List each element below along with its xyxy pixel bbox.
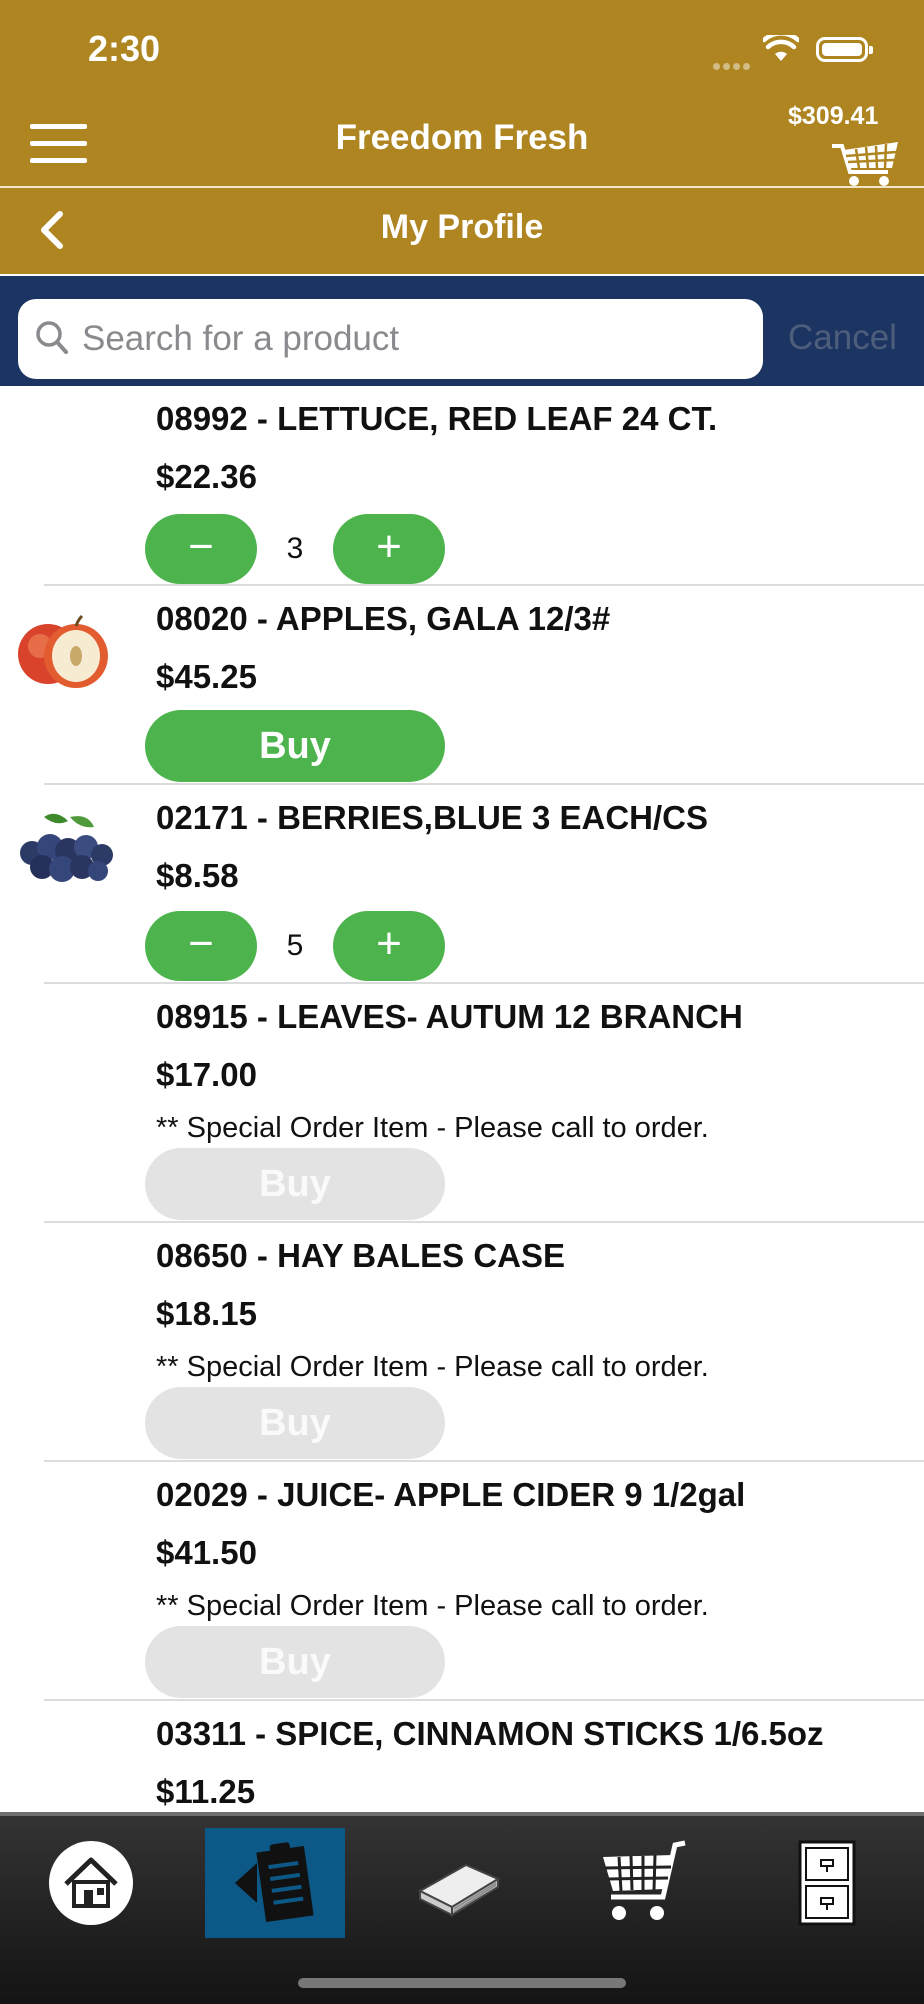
catalog-book-icon: [417, 1863, 501, 1917]
tab-files[interactable]: [757, 1828, 897, 1938]
product-item: 02171 - BERRIES,BLUE 3 EACH/CS $8.58 − 5…: [20, 785, 924, 984]
app-header: Freedom Fresh $309.41: [0, 100, 924, 186]
product-item: 08650 - HAY BALES CASE $18.15 ** Special…: [44, 1223, 924, 1462]
product-item: 08915 - LEAVES- AUTUM 12 BRANCH $17.00 *…: [44, 984, 924, 1223]
buy-button-disabled: Buy: [145, 1148, 445, 1220]
buy-button-disabled: Buy: [145, 1626, 445, 1698]
tab-order-guide[interactable]: [205, 1828, 345, 1938]
decrease-quantity-button[interactable]: −: [145, 514, 257, 584]
search-icon: [36, 321, 68, 354]
product-name[interactable]: 08915 - LEAVES- AUTUM 12 BRANCH: [156, 998, 743, 1036]
cart-icon: [603, 1840, 686, 1920]
search-box[interactable]: [18, 299, 763, 379]
quantity-stepper: − 3 +: [145, 514, 445, 584]
wifi-icon: [763, 35, 799, 61]
app-title: Freedom Fresh: [335, 118, 589, 157]
increase-quantity-button[interactable]: +: [333, 514, 445, 584]
buy-button-disabled: Buy: [145, 1387, 445, 1459]
product-item: 03311 - SPICE, CINNAMON STICKS 1/6.5oz $…: [44, 1701, 924, 1812]
product-price: $22.36: [156, 458, 257, 495]
quantity-stepper: − 5 +: [145, 911, 445, 981]
product-price: $8.58: [156, 857, 239, 894]
search-bar: Cancel: [0, 276, 924, 386]
product-price: $17.00: [156, 1056, 257, 1093]
product-name[interactable]: 03311 - SPICE, CINNAMON STICKS 1/6.5oz: [156, 1715, 824, 1753]
status-time: 2:30: [88, 28, 161, 69]
product-list[interactable]: 08992 - LETTUCE, RED LEAF 24 CT. $22.36 …: [0, 386, 924, 1812]
file-cabinet-icon: [798, 1840, 856, 1926]
cart-total[interactable]: $309.41: [788, 102, 878, 131]
battery-icon: [816, 37, 873, 62]
product-name[interactable]: 08020 - APPLES, GALA 12/3#: [156, 600, 610, 638]
product-name[interactable]: 08992 - LETTUCE, RED LEAF 24 CT.: [156, 400, 717, 438]
product-price: $11.25: [156, 1773, 256, 1810]
buy-button[interactable]: Buy: [145, 710, 445, 782]
search-input[interactable]: [82, 299, 742, 379]
tab-catalog[interactable]: [389, 1828, 529, 1938]
product-price: $18.15: [156, 1295, 257, 1332]
order-guide-icon: [235, 1842, 314, 1922]
increase-quantity-button[interactable]: +: [333, 911, 445, 981]
product-item: 02029 - JUICE- APPLE CIDER 9 1/2gal $41.…: [44, 1462, 924, 1701]
tab-home[interactable]: [21, 1828, 161, 1938]
product-name[interactable]: 02171 - BERRIES,BLUE 3 EACH/CS: [156, 799, 708, 837]
special-order-note: ** Special Order Item - Please call to o…: [156, 1112, 709, 1144]
product-price: $45.25: [156, 658, 257, 695]
product-item: 08992 - LETTUCE, RED LEAF 24 CT. $22.36 …: [44, 386, 924, 586]
blueberries-image[interactable]: [10, 795, 120, 905]
status-bar: 2:30: [0, 0, 924, 100]
header-cart-icon[interactable]: [830, 138, 902, 188]
tab-cart[interactable]: [573, 1828, 713, 1938]
special-order-note: ** Special Order Item - Please call to o…: [156, 1351, 709, 1383]
cancel-button[interactable]: Cancel: [788, 318, 897, 358]
home-icon: [49, 1841, 133, 1925]
tab-bar: [0, 1812, 924, 2004]
quantity-value[interactable]: 3: [257, 514, 333, 584]
home-indicator[interactable]: [298, 1978, 626, 1988]
decrease-quantity-button[interactable]: −: [145, 911, 257, 981]
apple-image[interactable]: [10, 596, 120, 706]
product-name[interactable]: 02029 - JUICE- APPLE CIDER 9 1/2gal: [156, 1476, 745, 1514]
product-item: 08020 - APPLES, GALA 12/3# $45.25 Buy: [18, 586, 924, 785]
page-title: My Profile: [380, 208, 544, 246]
cellular-signal-icon: [713, 57, 753, 75]
quantity-value[interactable]: 5: [257, 911, 333, 981]
special-order-note: ** Special Order Item - Please call to o…: [156, 1590, 709, 1622]
product-name[interactable]: 08650 - HAY BALES CASE: [156, 1237, 565, 1275]
product-price: $41.50: [156, 1534, 257, 1571]
profile-bar: My Profile: [0, 188, 924, 274]
